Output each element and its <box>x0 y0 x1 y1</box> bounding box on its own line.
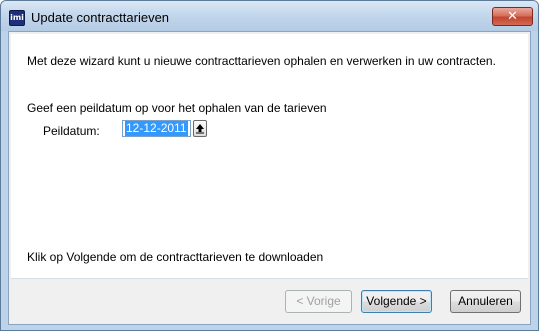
close-button[interactable]: ✕ <box>492 7 533 26</box>
close-icon: ✕ <box>507 9 518 24</box>
peildatum-value: 12-12-2011 <box>125 121 188 136</box>
wizard-panel: Met deze wizard kunt u nieuwe contractta… <box>11 34 528 278</box>
cancel-button[interactable]: Annuleren <box>450 290 521 313</box>
app-icon: imi <box>9 10 25 26</box>
wizard-window: imi Update contracttarieven ✕ Met deze w… <box>0 0 539 331</box>
next-button[interactable]: Volgende > <box>361 290 432 313</box>
date-picker-button[interactable] <box>193 120 207 137</box>
peildatum-label: Peildatum: <box>43 124 100 138</box>
app-icon-text: imi <box>10 13 24 22</box>
instruction-text: Geef een peildatum op voor het ophalen v… <box>27 101 327 115</box>
separator <box>11 278 528 279</box>
window-title: Update contracttarieven <box>31 10 170 25</box>
up-arrow-icon <box>196 124 204 134</box>
peildatum-input[interactable]: 12-12-2011 <box>122 120 191 137</box>
title-bar[interactable]: imi Update contracttarieven ✕ <box>1 1 538 31</box>
previous-button[interactable]: < Vorige <box>285 290 352 313</box>
intro-text: Met deze wizard kunt u nieuwe contractta… <box>27 54 496 68</box>
footer-hint: Klik op Volgende om de contracttarieven … <box>27 250 324 264</box>
dialog-content: Met deze wizard kunt u nieuwe contractta… <box>8 31 531 325</box>
